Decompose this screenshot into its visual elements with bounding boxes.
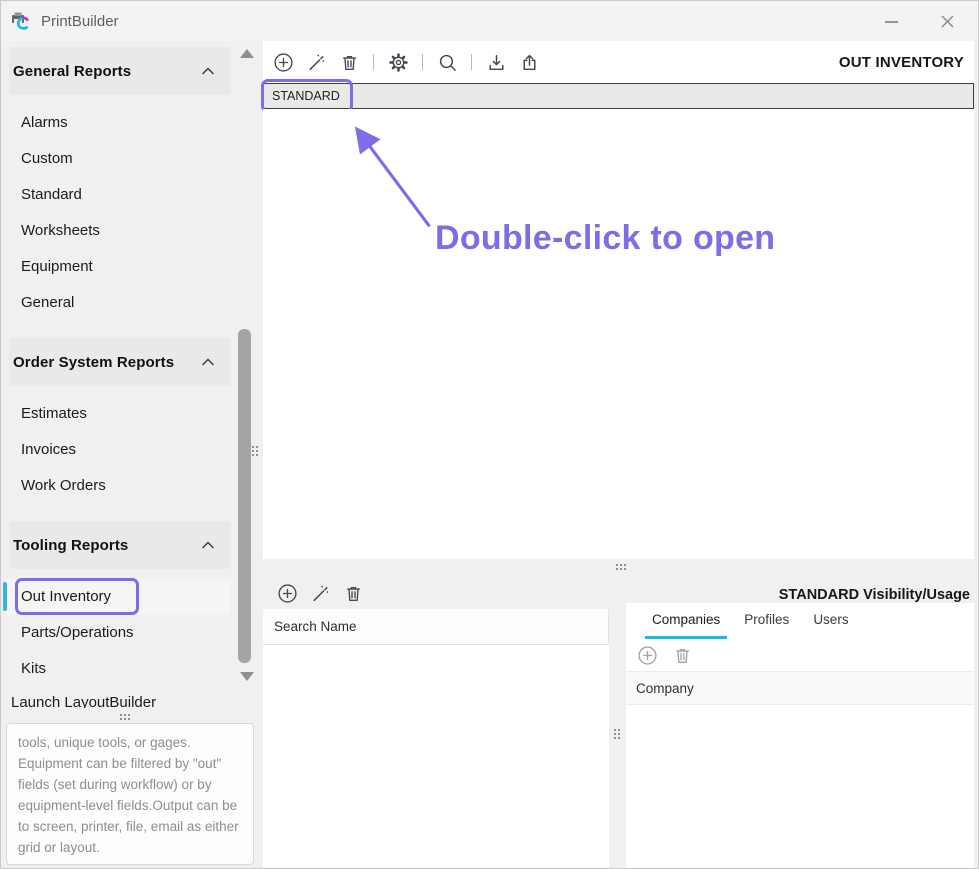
app-window: PrintBuilder General Reports Alarms Cust…: [0, 0, 979, 869]
sidebar-item-kits[interactable]: Kits: [6, 651, 231, 687]
sidebar-item-general[interactable]: General: [6, 285, 231, 321]
main-toolbar: OUT INVENTORY: [263, 41, 974, 83]
annotation-text: Double-click to open: [435, 219, 775, 258]
gear-icon[interactable]: [387, 51, 409, 73]
tab-users[interactable]: Users: [806, 603, 855, 639]
report-row-standard[interactable]: STANDARD: [263, 83, 974, 109]
horizontal-splitter[interactable]: [263, 559, 978, 577]
splitter-grip: [614, 729, 620, 739]
add-circle-icon[interactable]: [272, 51, 294, 73]
report-list-canvas: Double-click to open: [263, 109, 974, 559]
close-button[interactable]: [939, 13, 955, 29]
add-circle-icon[interactable]: [276, 582, 298, 604]
visibility-tabs: Companies Profiles Users: [626, 603, 974, 639]
splitter-grip: [616, 564, 626, 570]
panel-title: OUT INVENTORY: [839, 54, 966, 71]
toolbar-separator: [471, 54, 472, 70]
tab-companies[interactable]: Companies: [645, 603, 727, 639]
toolbar-separator: [373, 54, 374, 70]
column-header-company[interactable]: Company: [626, 671, 974, 705]
sidebar-item-alarms[interactable]: Alarms: [6, 105, 231, 141]
chevron-up-icon: [199, 536, 217, 554]
magic-wand-icon[interactable]: [305, 51, 327, 73]
report-description: tools, unique tools, or gages. Equipment…: [6, 723, 254, 865]
annotation-arrow: [263, 109, 974, 559]
sidebar-item-out-inventory[interactable]: Out Inventory: [6, 579, 231, 615]
scrollbar-up-arrow[interactable]: [240, 49, 254, 58]
scrollbar-down-arrow[interactable]: [240, 672, 254, 681]
panel-title: STANDARD Visibility/Usage: [626, 577, 974, 603]
sidebar-item-worksheets[interactable]: Worksheets: [6, 213, 231, 249]
main-area: OUT INVENTORY STANDARD: [263, 41, 978, 868]
section-general-reports[interactable]: General Reports: [9, 47, 231, 95]
company-list[interactable]: [626, 705, 974, 868]
magic-wand-icon[interactable]: [309, 582, 331, 604]
report-list-panel: OUT INVENTORY STANDARD: [263, 41, 974, 559]
section-label: Order System Reports: [13, 354, 174, 371]
sidebar-item-launch-layoutbuilder[interactable]: Launch LayoutBuilder: [6, 691, 231, 708]
section-label: Tooling Reports: [13, 537, 128, 554]
trash-icon[interactable]: [671, 644, 693, 666]
sidebar-item-parts-operations[interactable]: Parts/Operations: [6, 615, 231, 651]
tab-profiles[interactable]: Profiles: [737, 603, 796, 639]
chevron-up-icon: [199, 353, 217, 371]
minimize-button[interactable]: [883, 13, 899, 29]
search-results-list[interactable]: [263, 645, 609, 868]
splitter-grip[interactable]: [120, 714, 130, 720]
sidebar-item-label: Out Inventory: [21, 588, 111, 605]
column-header-search-name[interactable]: Search Name: [263, 609, 609, 645]
section-order-system-reports[interactable]: Order System Reports: [9, 338, 231, 386]
search-icon[interactable]: [436, 51, 458, 73]
printbuilder-logo-icon: [10, 10, 32, 32]
companies-toolbar: [626, 639, 974, 671]
sidebar-item-work-orders[interactable]: Work Orders: [6, 468, 231, 504]
sidebar-item-equipment[interactable]: Equipment: [6, 249, 231, 285]
selected-accent-bar: [3, 582, 7, 611]
sidebar-item-standard[interactable]: Standard: [6, 177, 231, 213]
scrollbar-thumb[interactable]: [238, 329, 251, 663]
report-row-label: STANDARD: [264, 89, 340, 103]
sidebar: General Reports Alarms Custom Standard W…: [1, 41, 263, 868]
sidebar-splitter-grip[interactable]: [252, 446, 258, 456]
section-tooling-reports[interactable]: Tooling Reports: [9, 521, 231, 569]
sidebar-item-invoices[interactable]: Invoices: [6, 432, 231, 468]
section-label: General Reports: [13, 63, 131, 80]
sidebar-item-estimates[interactable]: Estimates: [6, 396, 231, 432]
app-title: PrintBuilder: [41, 13, 119, 30]
trash-icon[interactable]: [338, 51, 360, 73]
title-bar: PrintBuilder: [1, 1, 978, 41]
toolbar-separator: [422, 54, 423, 70]
sidebar-item-custom[interactable]: Custom: [6, 141, 231, 177]
chevron-up-icon: [199, 62, 217, 80]
search-panel: Search Name: [263, 577, 609, 868]
search-panel-toolbar: [263, 577, 609, 609]
export-icon[interactable]: [518, 51, 540, 73]
add-circle-icon[interactable]: [636, 644, 658, 666]
visibility-usage-panel: STANDARD Visibility/Usage Companies Prof…: [626, 577, 974, 868]
vertical-splitter[interactable]: [609, 577, 626, 868]
trash-icon[interactable]: [342, 582, 364, 604]
import-icon[interactable]: [485, 51, 507, 73]
